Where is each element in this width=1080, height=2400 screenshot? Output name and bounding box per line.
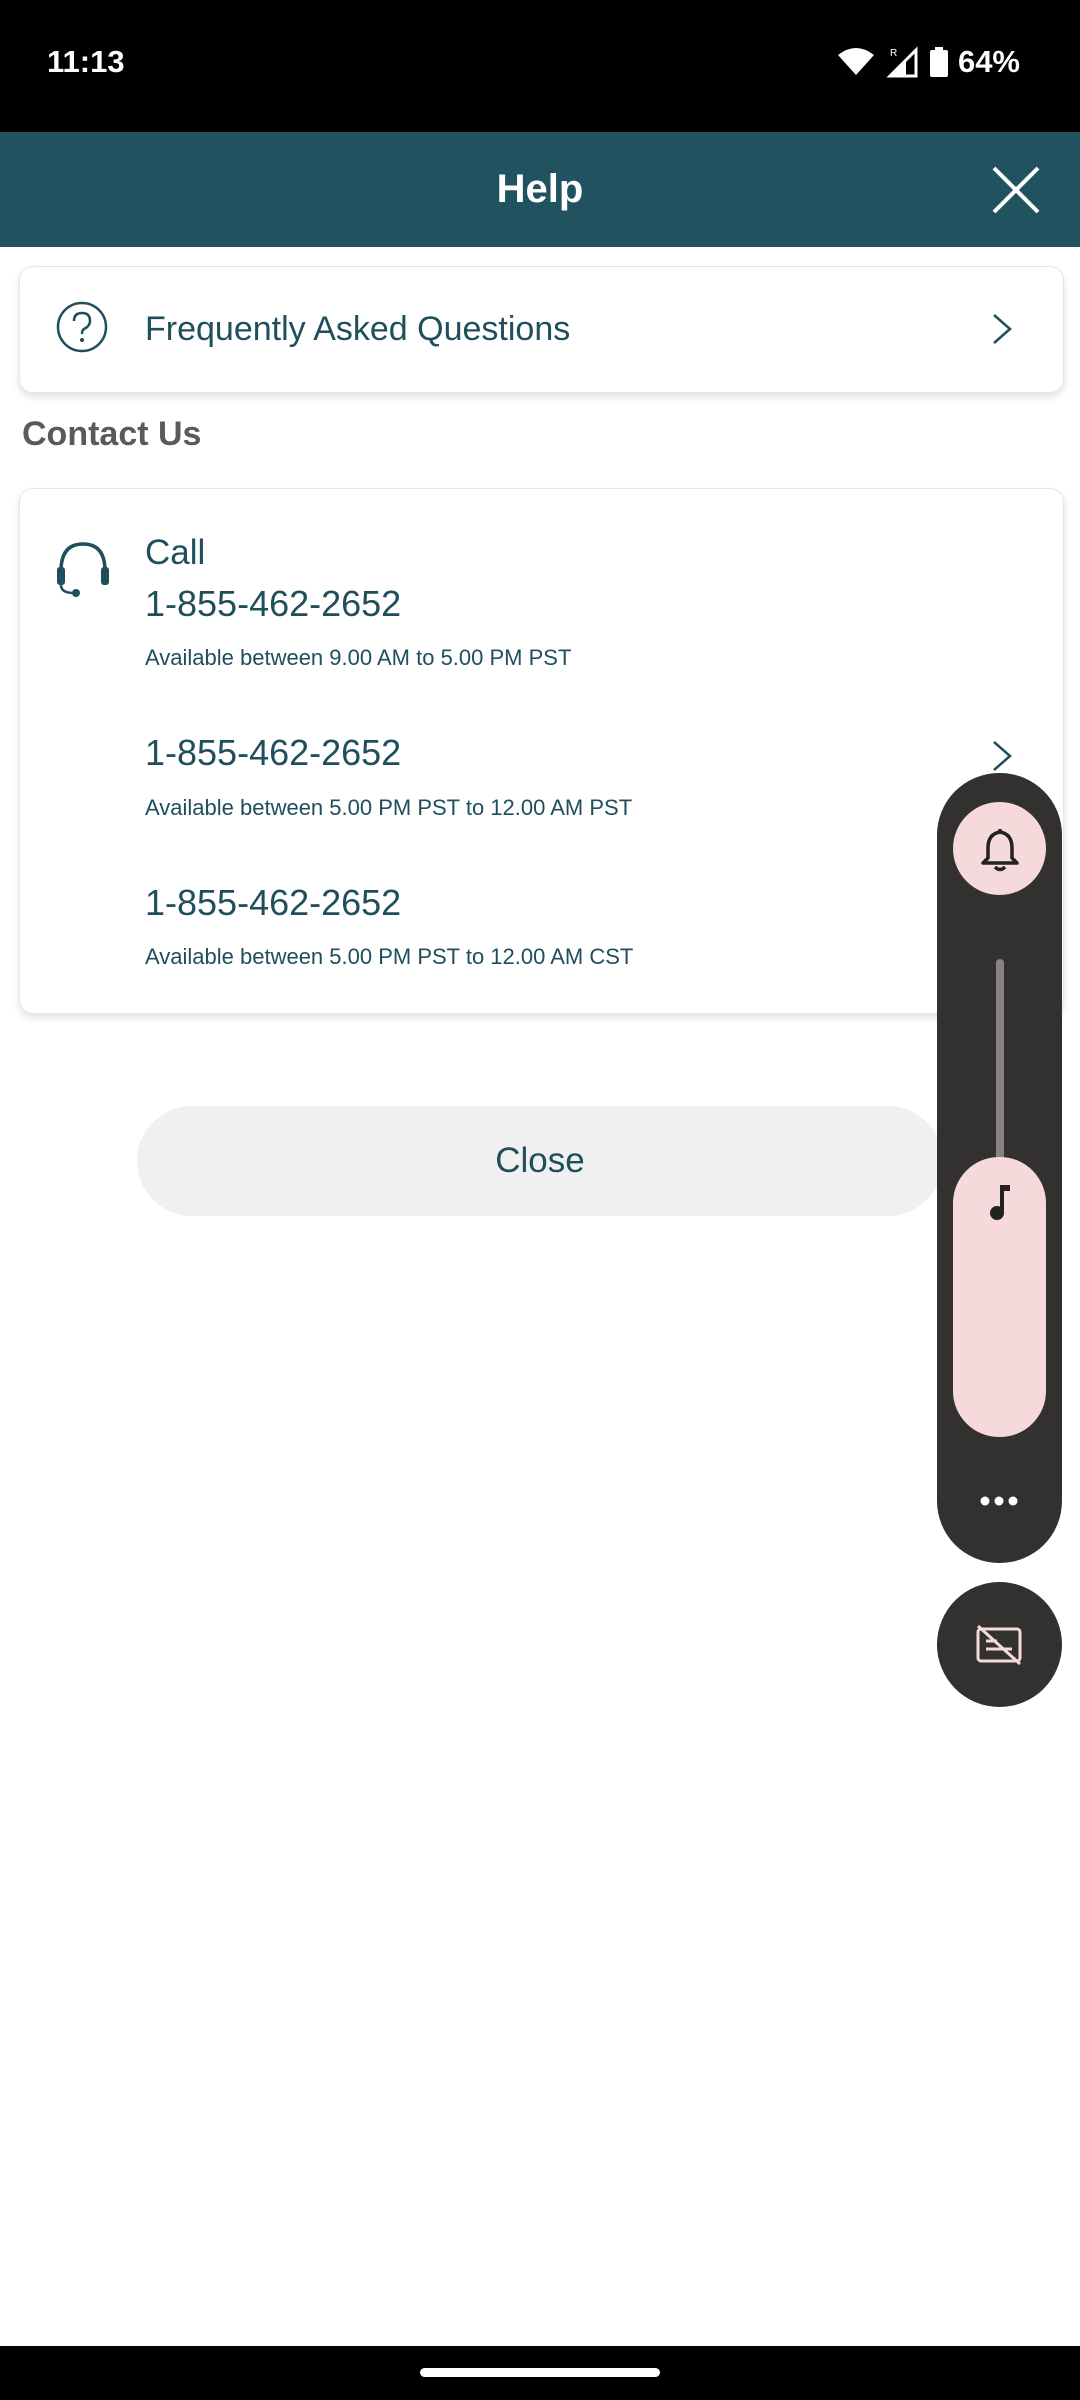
question-circle-icon (56, 301, 108, 353)
availability-3: Available between 5.00 PM PST to 12.00 A… (145, 944, 634, 969)
chevron-right-icon[interactable] (991, 739, 1013, 773)
close-button[interactable]: Close (137, 1106, 943, 1216)
headset-icon (56, 539, 110, 599)
availability-2: Available between 5.00 PM PST to 12.00 A… (145, 795, 633, 820)
captions-off-icon (976, 1624, 1022, 1666)
contact-card: Call 1-855-462-2652 Available between 9.… (19, 488, 1064, 1014)
status-bar: 11:13 R 64% (0, 0, 1080, 132)
battery-percent: 64% (957, 44, 1020, 79)
phone-number-1[interactable]: 1-855-462-2652 (145, 583, 401, 625)
volume-slider-handle[interactable] (953, 1157, 1046, 1437)
ringer-toggle-button[interactable] (953, 802, 1046, 895)
battery-icon (929, 47, 948, 77)
faq-row[interactable]: Frequently Asked Questions (19, 266, 1064, 393)
phone-number-3[interactable]: 1-855-462-2652 (145, 882, 401, 924)
status-time: 11:13 (47, 44, 125, 79)
roaming-badge: R (890, 48, 897, 59)
call-label: Call (145, 533, 206, 572)
close-icon[interactable] (988, 162, 1044, 218)
faq-label: Frequently Asked Questions (145, 310, 571, 348)
page-title: Help (496, 167, 584, 211)
status-icons: R 64% (836, 44, 1020, 80)
volume-slider-track[interactable] (996, 959, 1004, 1169)
chevron-right-icon (993, 314, 1012, 344)
availability-1: Available between 9.00 AM to 5.00 PM PST (145, 645, 572, 670)
captions-off-button[interactable] (937, 1582, 1062, 1707)
cell-signal-icon: R (886, 46, 918, 78)
section-title-contact: Contact Us (22, 415, 202, 453)
phone-number-2[interactable]: 1-855-462-2652 (145, 732, 401, 774)
more-dots-icon[interactable] (967, 1481, 1031, 1521)
home-handle[interactable] (420, 2368, 660, 2377)
volume-panel (937, 773, 1062, 1563)
wifi-icon (837, 48, 874, 75)
app-bar: Help (0, 132, 1080, 247)
music-note-icon (990, 1185, 1010, 1220)
navigation-bar (0, 2346, 1080, 2400)
bell-icon (981, 828, 1019, 872)
